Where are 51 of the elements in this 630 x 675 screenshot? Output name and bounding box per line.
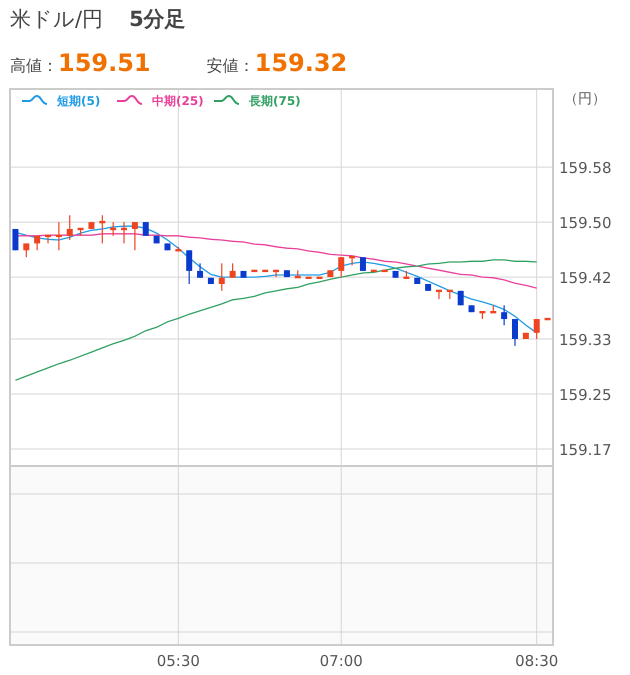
candlestick	[197, 263, 204, 278]
legend-label: 長期(75)	[249, 94, 301, 108]
candlestick	[66, 215, 73, 240]
candlestick	[403, 270, 410, 279]
candlestick	[349, 256, 356, 266]
currency-pair-title: 米ドル/円	[10, 6, 104, 33]
candlestick	[338, 257, 344, 278]
y-axis-label: 159.58	[559, 159, 612, 178]
candlestick	[45, 234, 51, 244]
candlestick	[56, 222, 62, 250]
y-axis-label: 159.33	[559, 331, 612, 349]
candlestick	[501, 305, 508, 326]
candlestick	[23, 243, 30, 258]
candlestick	[110, 222, 116, 236]
y-axis-label: 159.42	[559, 269, 612, 288]
wave-icon	[117, 95, 142, 105]
candlestick	[512, 319, 518, 346]
candlestick	[218, 263, 225, 291]
wave-icon	[22, 95, 48, 105]
candlestick	[230, 263, 236, 278]
candlestick	[436, 290, 442, 300]
y-axis-label: 159.25	[559, 386, 612, 404]
candlestick	[479, 310, 486, 320]
candlestick	[458, 290, 464, 306]
candlestick	[78, 228, 84, 236]
legend-label: 中期(25)	[152, 94, 204, 108]
candlestick	[273, 270, 280, 278]
candlestick	[446, 290, 453, 300]
candlestick	[34, 236, 40, 250]
price-value: 159.51	[58, 49, 151, 77]
wave-icon	[214, 95, 240, 105]
axis-unit: （円）	[564, 91, 606, 107]
price-value: 159.32	[254, 49, 348, 77]
candlestick	[99, 215, 106, 244]
candlestick	[490, 305, 496, 314]
interval-label: 5分足	[129, 6, 186, 33]
candlestick	[186, 250, 192, 284]
x-axis-label: 05:30	[156, 652, 200, 670]
candlestick	[294, 270, 301, 278]
x-axis-label: 08:30	[515, 652, 558, 670]
price-label: 安値：	[206, 56, 255, 77]
candlestick	[544, 318, 551, 320]
legend-label: 短期(5)	[57, 94, 100, 108]
price-label: 高値：	[10, 56, 58, 77]
candlestick	[175, 246, 182, 252]
candlestick	[132, 222, 138, 250]
y-axis-label: 159.17	[559, 441, 612, 460]
y-axis-label: 159.50	[559, 214, 612, 232]
x-axis-label: 07:00	[320, 652, 363, 670]
candlestick	[121, 222, 128, 244]
candlestick	[534, 319, 540, 339]
